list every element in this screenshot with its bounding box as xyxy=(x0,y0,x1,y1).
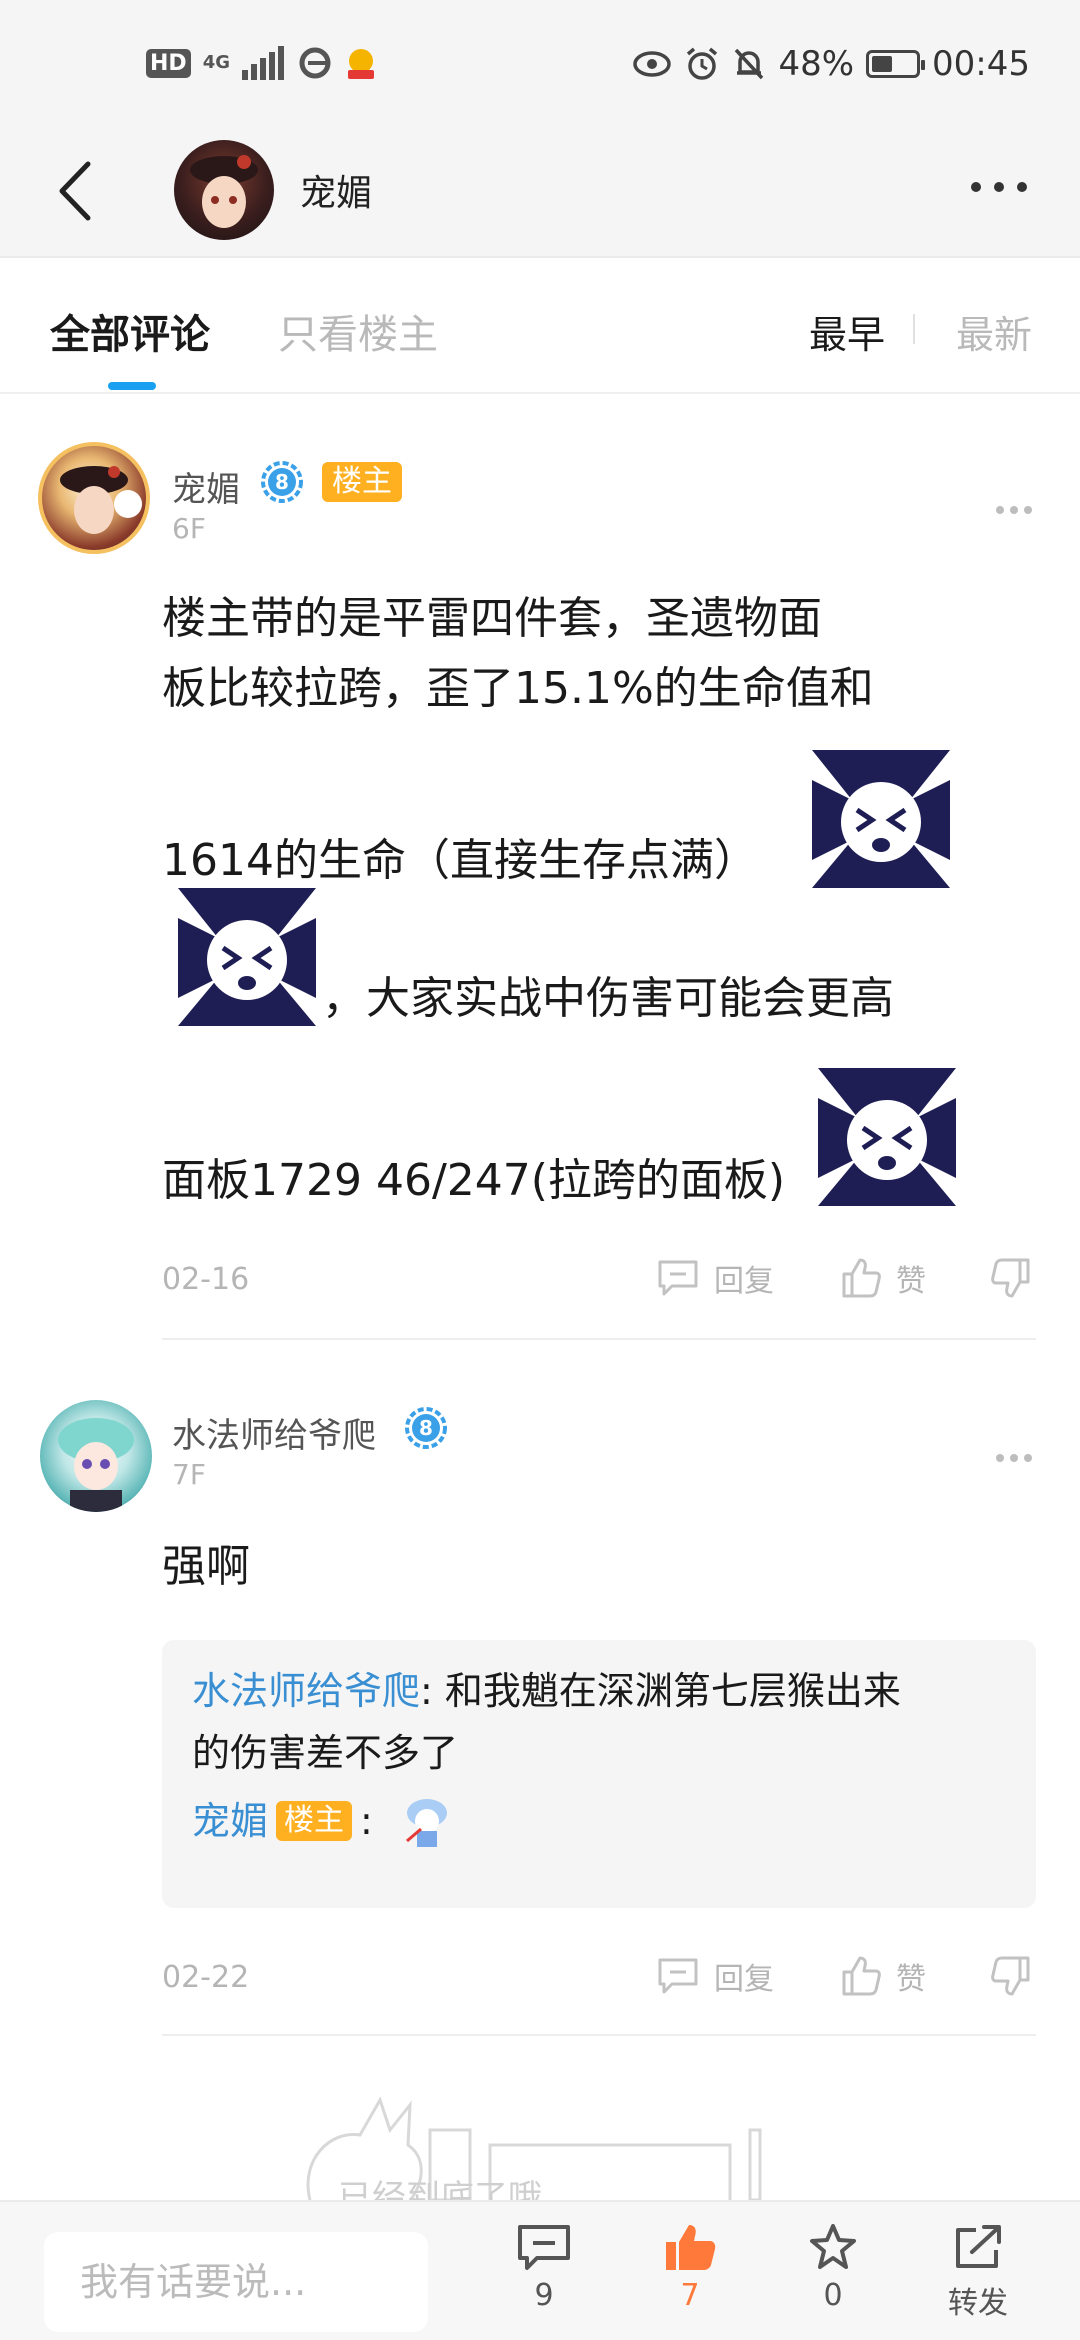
comment-text: 楼主带的是平雷四件套，圣遗物面 板比较拉跨，歪了15.1%的生命值和 1614的… xyxy=(162,584,992,1216)
comment-input[interactable]: 我有话要说... xyxy=(44,2232,428,2332)
alarm-icon xyxy=(687,47,718,80)
like-label: 赞 xyxy=(896,1962,926,1997)
owner-badge: 楼主 xyxy=(276,1801,353,1841)
favorite-button[interactable]: 0 xyxy=(783,2222,883,2313)
sort-earliest-button[interactable]: 最早 xyxy=(809,304,885,359)
clock: 00:45 xyxy=(932,44,1030,84)
level-number: 8 xyxy=(275,470,289,494)
comment-line-1: 楼主带的是平雷四件套，圣遗物面 xyxy=(162,593,822,644)
reply-button[interactable]: 回复 xyxy=(656,1256,774,1300)
comment-tabs: 全部评论 只看楼主 最早 最新 xyxy=(0,260,1080,394)
comment-line-5: 面板1729 46/247(拉跨的面板) xyxy=(162,1155,786,1206)
floor-number: 6F xyxy=(172,512,206,545)
reply-button[interactable]: 回复 xyxy=(656,1954,774,1998)
comment-count-button[interactable]: 9 xyxy=(494,2222,594,2313)
reply-label: 回复 xyxy=(714,1962,774,1997)
status-bar: HD 4G 48% 00:45 xyxy=(0,0,1080,130)
signal-icon xyxy=(242,46,284,80)
comment-date: 02-22 xyxy=(162,1960,250,1995)
like-count: 7 xyxy=(680,2278,700,2313)
share-label: 转发 xyxy=(948,2286,1008,2321)
sort-divider xyxy=(913,314,915,344)
thumbs-up-filled-icon xyxy=(666,2225,716,2270)
sub-reply-box[interactable]: 水法师给爷爬: 和我魈在深渊第七层猴出来 的伤害差不多了 宠媚 楼主 : xyxy=(162,1640,1036,1908)
comment-count: 9 xyxy=(534,2278,554,2313)
username[interactable]: 水法师给爷爬 xyxy=(172,1408,376,1457)
thumbs-down-icon[interactable] xyxy=(990,1956,1032,1996)
mute-bell-icon xyxy=(735,48,764,80)
level-badge-icon: 8 xyxy=(405,1407,447,1449)
favorite-count: 0 xyxy=(823,2278,843,2313)
comment-line-3: 1614的生命（直接生存点满） xyxy=(162,835,758,886)
bottom-bar: 我有话要说... 9 7 0 转发 xyxy=(0,2200,1080,2340)
sticker-image[interactable] xyxy=(812,750,950,888)
tab-active-indicator xyxy=(108,382,156,390)
comment-7f: 水法师给爷爬 8 7F 强啊 水法师给爷爬: 和我魈在深渊第七层猴出来 的伤害差… xyxy=(0,1340,1080,2040)
like-label: 赞 xyxy=(896,1264,926,1299)
hd-indicator: HD xyxy=(146,48,191,78)
more-options-icon[interactable] xyxy=(964,172,1034,202)
eye-icon xyxy=(633,51,672,77)
tab-owner-only[interactable]: 只看楼主 xyxy=(278,302,438,360)
avatar[interactable] xyxy=(40,1400,152,1512)
level-number: 8 xyxy=(419,1416,433,1440)
thumbs-down-icon[interactable] xyxy=(990,1258,1032,1298)
reply-icon xyxy=(658,1958,698,1994)
battery-percent: 48% xyxy=(778,44,855,84)
comment-text: 强啊 xyxy=(162,1541,250,1592)
comment-more-icon[interactable] xyxy=(994,1450,1034,1466)
browser-e-icon xyxy=(299,47,331,79)
emoji-sticker-image[interactable] xyxy=(397,1791,457,1851)
comment-6f: 宠媚 8 楼主 6F 楼主带的是平雷四件套，圣遗物面 板比较拉跨，歪了15.1%… xyxy=(0,394,1080,1340)
battery-level xyxy=(872,56,893,72)
back-arrow-icon[interactable] xyxy=(48,156,108,226)
sub-reply-text: : 和我魈在深渊第七层猴出来 xyxy=(420,1669,901,1713)
sub-reply-colon: : xyxy=(360,1799,373,1843)
comment-more-icon[interactable] xyxy=(994,502,1034,518)
sub-reply-line-3: 宠媚 楼主 : xyxy=(192,1790,1012,1852)
comment-line-4-row: ，大家实战中伤害可能会更高 xyxy=(162,888,992,1052)
like-button[interactable]: 赞 xyxy=(840,1954,926,1998)
status-left: HD 4G xyxy=(146,46,378,80)
app-notification-icon xyxy=(348,49,374,79)
sub-reply-user[interactable]: 水法师给爷爬 xyxy=(192,1669,420,1713)
sticker-image[interactable] xyxy=(178,888,316,1026)
tab-all-comments[interactable]: 全部评论 xyxy=(50,302,210,360)
floor-number: 7F xyxy=(172,1458,206,1491)
avatar[interactable] xyxy=(38,442,150,554)
sub-reply-line-2: 的伤害差不多了 xyxy=(192,1731,459,1775)
comment-line-5-row: 面板1729 46/247(拉跨的面板) xyxy=(162,1052,992,1216)
status-right: 48% 00:45 xyxy=(632,44,1030,84)
comment-line-3-row: 1614的生命（直接生存点满） xyxy=(162,724,992,888)
owner-badge: 楼主 xyxy=(322,462,402,502)
header-title: 宠媚 xyxy=(300,173,373,214)
comment-line-2: 板比较拉跨，歪了15.1%的生命值和 xyxy=(162,663,874,714)
sub-reply-line-1: 水法师给爷爬: 和我魈在深渊第七层猴出来 xyxy=(192,1660,1012,1722)
comment-icon xyxy=(518,2225,570,2270)
battery-icon xyxy=(866,50,926,78)
thumbs-up-icon xyxy=(842,1956,881,1996)
sticker-image[interactable] xyxy=(818,1068,956,1206)
network-type: 4G xyxy=(202,52,230,73)
level-badge-icon: 8 xyxy=(261,461,303,503)
share-button[interactable]: 转发 xyxy=(928,2222,1028,2322)
header-avatar[interactable] xyxy=(174,140,274,240)
title-bar: 宠媚 xyxy=(0,130,1080,258)
star-icon xyxy=(810,2224,856,2269)
like-count-button[interactable]: 7 xyxy=(640,2222,740,2313)
username[interactable]: 宠媚 xyxy=(172,462,240,511)
share-icon xyxy=(956,2225,1001,2268)
reply-icon xyxy=(658,1260,698,1296)
comment-divider xyxy=(162,2034,1036,2036)
like-button[interactable]: 赞 xyxy=(840,1256,926,1300)
reply-label: 回复 xyxy=(714,1264,774,1299)
thumbs-up-icon xyxy=(842,1258,881,1298)
sort-latest-button[interactable]: 最新 xyxy=(956,304,1032,359)
sub-reply-owner-user[interactable]: 宠媚 xyxy=(192,1790,268,1852)
comment-date: 02-16 xyxy=(162,1262,250,1297)
comment-line-4: ，大家实战中伤害可能会更高 xyxy=(322,973,894,1024)
